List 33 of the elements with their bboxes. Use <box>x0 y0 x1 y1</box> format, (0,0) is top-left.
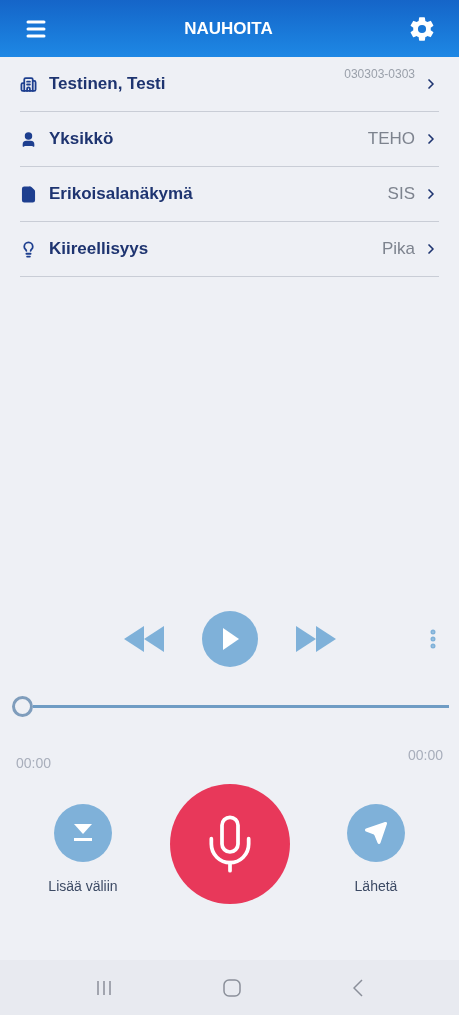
list-item[interactable]: Kiireellisyys Pika <box>20 222 439 277</box>
fast-forward-icon[interactable] <box>293 626 336 652</box>
action-label: Lisää väliin <box>48 877 118 896</box>
item-label: Yksikkö <box>49 128 114 151</box>
item-id: 030303-0303 <box>344 66 415 83</box>
back-icon[interactable] <box>353 978 364 997</box>
item-value: Pika <box>381 238 415 261</box>
total-time: 00:00 <box>407 746 443 765</box>
play-icon <box>220 628 239 650</box>
item-label: Testinen, Testi <box>49 73 166 96</box>
item-label: Erikoisalanäkymä <box>49 183 193 206</box>
item-value: SIS <box>387 183 415 206</box>
seek-thumb[interactable] <box>12 696 33 717</box>
list-item[interactable]: Testinen, Testi 030303-0303 <box>20 57 439 112</box>
insert-icon <box>72 824 94 842</box>
list-item[interactable]: Erikoisalanäkymä SIS <box>20 167 439 222</box>
rewind-icon[interactable] <box>123 626 166 652</box>
paper-plane-icon <box>364 821 388 845</box>
recent-apps-icon[interactable] <box>95 979 112 996</box>
seek-slider[interactable] <box>12 696 449 717</box>
home-icon[interactable] <box>223 978 242 997</box>
item-value: TEHO <box>367 128 415 151</box>
building-icon <box>20 75 37 93</box>
settings-icon[interactable] <box>409 15 435 42</box>
insert-button[interactable] <box>54 804 112 862</box>
person-icon <box>20 130 37 148</box>
action-label: Lähetä <box>354 877 398 896</box>
header-title: NAUHOITA <box>184 17 273 40</box>
lightbulb-icon <box>20 240 37 258</box>
send-button[interactable] <box>347 804 405 862</box>
item-label: Kiireellisyys <box>49 238 149 261</box>
list-item[interactable]: Yksikkö TEHO <box>20 112 439 167</box>
elapsed-time: 00:00 <box>16 754 52 773</box>
